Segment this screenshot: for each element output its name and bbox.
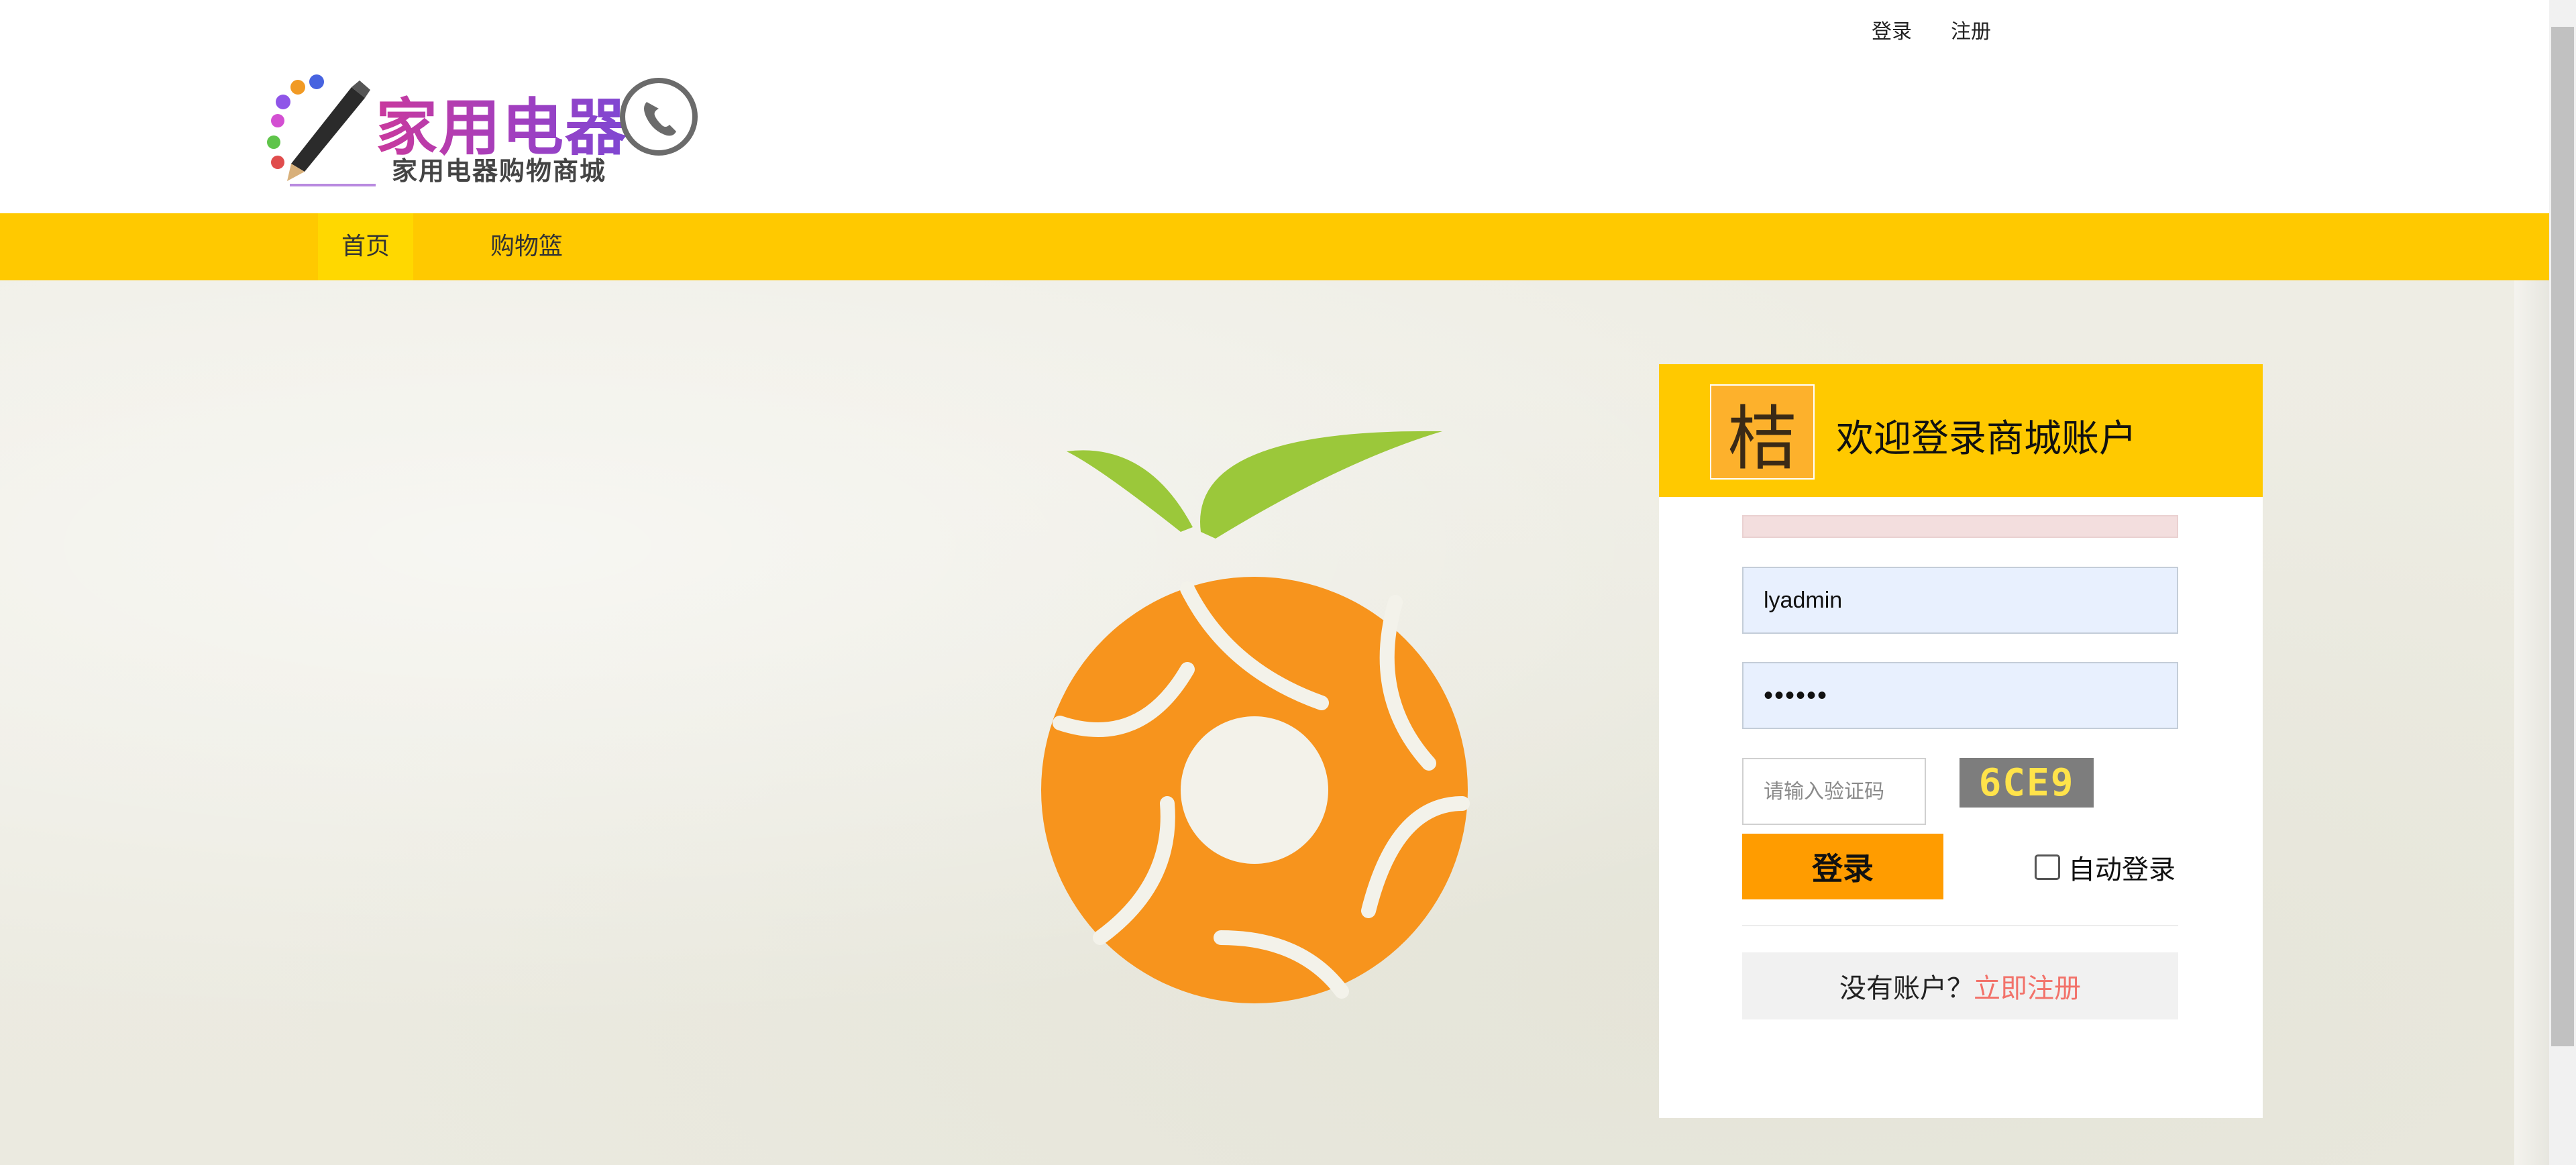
orange-logo-illustration — [1041, 431, 1470, 1003]
brand-badge: 桔 — [1710, 384, 1815, 480]
nav-cart[interactable]: 购物篮 — [483, 213, 570, 280]
login-card-header: 桔 欢迎登录商城账户 — [1659, 364, 2263, 497]
scrollbar-thumb[interactable] — [2551, 27, 2574, 1046]
login-title: 欢迎登录商城账户 — [1836, 417, 2137, 461]
captcha-image[interactable]: 6CE9 — [1960, 758, 2094, 808]
login-button[interactable]: 登录 — [1742, 834, 1943, 899]
password-input[interactable] — [1742, 662, 2178, 729]
site-logo[interactable]: 家用电器 家用电器购物商城 — [263, 72, 706, 186]
register-prompt: 没有账户？ 立即注册 — [1742, 952, 2178, 1019]
top-login-link[interactable]: 登录 — [1872, 15, 1912, 44]
top-links: 登录 注册 — [1872, 15, 1991, 44]
captcha-input[interactable] — [1742, 758, 1926, 825]
divider — [1742, 925, 2178, 926]
phone-icon — [620, 78, 698, 156]
username-input[interactable] — [1742, 567, 2178, 634]
error-message-bar — [1742, 515, 2178, 538]
pen-palette-icon — [267, 74, 376, 186]
main-nav: 首页 购物篮 — [0, 213, 2549, 280]
auto-login-label: 自动登录 — [2068, 854, 2176, 885]
login-card: 桔 欢迎登录商城账户 6CE9 登录 自动登录 没有账户？ 立即注册 — [1659, 364, 2263, 1118]
nav-home[interactable]: 首页 — [318, 213, 413, 280]
register-now-link[interactable]: 立即注册 — [1974, 966, 2081, 1005]
logo-subtitle: 家用电器购物商城 — [392, 156, 607, 186]
page-scrollbar[interactable] — [2549, 0, 2576, 1165]
auto-login-toggle[interactable]: 自动登录 — [2035, 848, 2176, 887]
auto-login-checkbox[interactable] — [2035, 854, 2060, 880]
no-account-text: 没有账户？ — [1839, 973, 1974, 1004]
top-register-link[interactable]: 注册 — [1951, 15, 1991, 44]
